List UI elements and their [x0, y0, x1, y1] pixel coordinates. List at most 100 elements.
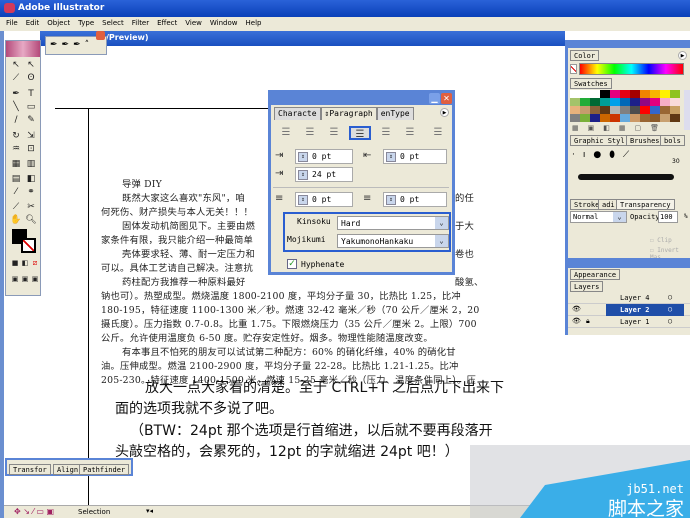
spinner-icon[interactable]: ⇕ — [298, 170, 308, 180]
swatch[interactable] — [640, 98, 650, 106]
swatch[interactable] — [620, 106, 630, 114]
zoom-tool-icon[interactable]: 🔍︎ — [24, 214, 38, 227]
selection-tool-icon[interactable]: ↖ — [9, 59, 23, 72]
swatch[interactable] — [660, 106, 670, 114]
swatch[interactable] — [660, 98, 670, 106]
swatch[interactable] — [600, 106, 610, 114]
swatch[interactable] — [670, 98, 680, 106]
menu-window[interactable]: Window — [210, 19, 238, 31]
swatches-scrollbar[interactable] — [684, 90, 690, 130]
pencil-tool-icon[interactable]: ✎ — [24, 114, 38, 127]
swatch[interactable] — [600, 98, 610, 106]
menu-effect[interactable]: Effect — [157, 19, 177, 31]
status-tool-icons[interactable]: ✥ ↘ ⁄ ▭ ▣ — [14, 507, 54, 516]
menu-select[interactable]: Select — [102, 19, 124, 31]
minimize-icon[interactable]: ▁ — [429, 93, 440, 104]
tab-character[interactable]: Characte — [274, 107, 321, 120]
pen-icon[interactable]: ✒ — [50, 40, 58, 54]
space-before-input[interactable]: ⇕ 0 pt — [295, 192, 353, 207]
menu-type[interactable]: Type — [78, 19, 94, 31]
first-line-indent-input[interactable]: ⇕ 24 pt — [295, 167, 353, 182]
stroke-color-swatch[interactable] — [21, 238, 36, 253]
align-left-icon[interactable]: ☰ — [277, 126, 295, 140]
swatch[interactable] — [640, 106, 650, 114]
swatch[interactable] — [590, 114, 600, 122]
swatch[interactable] — [610, 114, 620, 122]
menu-view[interactable]: View — [185, 19, 202, 31]
space-after-input[interactable]: ⇕ 0 pt — [383, 192, 447, 207]
tab-symbols[interactable]: bols — [660, 135, 685, 146]
tab-graphic-styles[interactable]: Graphic Styl — [570, 135, 629, 146]
panel-menu-icon[interactable]: ▶ — [440, 108, 449, 117]
swatch[interactable] — [630, 106, 640, 114]
panel-title-bar[interactable] — [568, 40, 690, 48]
close-icon[interactable]: ✕ — [441, 93, 452, 104]
none-color-icon[interactable] — [570, 64, 577, 74]
blend-mode-select[interactable]: Normal ⌄ — [570, 211, 627, 223]
color-spectrum[interactable] — [579, 63, 684, 75]
delete-anchor-icon[interactable]: ✒ — [73, 40, 81, 54]
symbol-sprayer-tool-icon[interactable]: ▦ — [9, 158, 23, 171]
tab-align[interactable]: Align — [53, 464, 83, 475]
swatch[interactable] — [570, 90, 580, 98]
swatch[interactable] — [580, 90, 590, 98]
layer-row[interactable]: 👁︎ 🔒︎ Layer 1 ○ — [568, 316, 690, 328]
align-right-icon[interactable]: ☰ — [325, 126, 343, 140]
swatch[interactable] — [600, 114, 610, 122]
none-mode-icon[interactable]: ⧄ — [28, 257, 42, 270]
chevron-down-icon[interactable]: ⌄ — [435, 217, 448, 229]
swatch[interactable] — [570, 98, 580, 106]
menu-filter[interactable]: Filter — [132, 19, 149, 31]
swatch[interactable] — [610, 90, 620, 98]
swatch-actions[interactable]: ▦▣◧▦▢🗑︎ — [572, 124, 668, 132]
swatch[interactable] — [630, 98, 640, 106]
menu-help[interactable]: Help — [246, 19, 262, 31]
screen-mode-full-icon[interactable]: ▣ — [28, 273, 42, 286]
tab-brushes[interactable]: Brushes — [626, 135, 664, 146]
menu-edit[interactable]: Edit — [26, 19, 40, 31]
pen-tool-icon[interactable]: ✒ — [9, 88, 23, 101]
swatch[interactable] — [640, 114, 650, 122]
align-center-icon[interactable]: ☰ — [301, 126, 319, 140]
eyedropper-tool-icon[interactable]: ⁄ — [9, 186, 23, 199]
graph-tool-icon[interactable]: ▥ — [24, 158, 38, 171]
blend-tool-icon[interactable]: ⚭ — [24, 186, 38, 199]
tab-transparency[interactable]: Transparency — [616, 199, 675, 210]
clip-checkbox[interactable]: ☐ Clip — [650, 237, 672, 244]
opacity-input[interactable]: 100 — [658, 211, 678, 223]
spinner-icon[interactable]: ⇕ — [386, 152, 396, 162]
swatch[interactable] — [670, 114, 680, 122]
spinner-icon[interactable]: ⇕ — [298, 195, 308, 205]
type-tool-icon[interactable]: T — [24, 88, 38, 101]
swatch[interactable] — [650, 114, 660, 122]
swatch[interactable] — [570, 106, 580, 114]
swatch[interactable] — [620, 114, 630, 122]
scissors-tool-icon[interactable]: ✂ — [24, 201, 38, 214]
tab-opentype[interactable]: enType — [376, 107, 414, 120]
swatch[interactable] — [640, 90, 650, 98]
justify-left-icon[interactable]: ☰ — [349, 126, 371, 140]
spinner-icon[interactable]: ⇕ — [298, 152, 308, 162]
kinsoku-select[interactable]: Hard ⌄ — [337, 216, 449, 230]
justify-right-icon[interactable]: ☰ — [401, 126, 419, 140]
layer-row[interactable]: Layer 4 ○ — [568, 292, 690, 304]
tab-swatches[interactable]: Swatches — [570, 78, 612, 89]
swatch[interactable] — [590, 98, 600, 106]
scale-tool-icon[interactable]: ⇲ — [24, 130, 38, 143]
mojikumi-select[interactable]: YakumonoHankaku ⌄ — [337, 234, 449, 248]
tab-appearance[interactable]: Appearance — [570, 269, 621, 280]
gradient-tool-icon[interactable]: ◧ — [24, 173, 38, 186]
brush-presets[interactable]: ·ı●⬮⟋ — [572, 150, 637, 160]
mesh-tool-icon[interactable]: ▤ — [9, 173, 23, 186]
swatch[interactable] — [660, 90, 670, 98]
status-tool-label[interactable]: Selection — [78, 508, 110, 516]
swatch[interactable] — [620, 98, 630, 106]
panel-menu-icon[interactable]: ▶ — [678, 51, 687, 60]
swatch[interactable] — [580, 114, 590, 122]
swatch[interactable] — [570, 114, 580, 122]
rotate-tool-icon[interactable]: ↻ — [9, 130, 23, 143]
swatch[interactable] — [580, 98, 590, 106]
left-indent-input[interactable]: ⇕ 0 pt — [295, 149, 353, 164]
right-indent-input[interactable]: ⇕ 0 pt — [383, 149, 447, 164]
tab-pathfinder[interactable]: Pathfinder — [79, 464, 130, 475]
